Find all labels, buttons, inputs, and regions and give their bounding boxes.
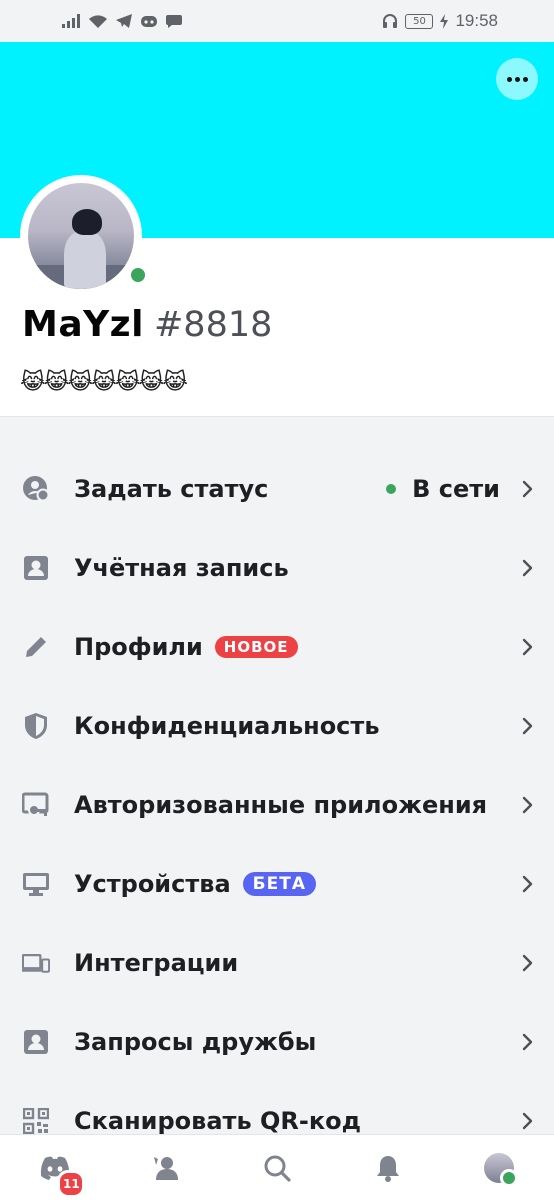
- online-status-dot: [499, 1169, 518, 1187]
- menu-item-account[interactable]: Учётная запись: [0, 528, 554, 607]
- devices-icon: [22, 949, 50, 977]
- menu-item-integrations[interactable]: Интеграции: [0, 923, 554, 1002]
- friends-icon: [154, 1157, 179, 1180]
- nav-notifications[interactable]: [360, 1140, 416, 1196]
- monitor-icon: [22, 870, 50, 898]
- chevron-right-icon: [522, 1033, 533, 1050]
- username-row: MaYzl #8818: [22, 304, 272, 345]
- chevron-right-icon: [522, 559, 533, 576]
- qr-code-icon: [22, 1107, 50, 1135]
- pencil-icon: [22, 633, 50, 661]
- chevron-right-icon: [522, 954, 533, 971]
- menu-item-label: Профили НОВОЕ: [74, 633, 298, 661]
- menu-item-label: Сканировать QR-код: [74, 1106, 361, 1135]
- more-dots-icon: [506, 76, 528, 82]
- settings-menu: Задать статус В сети Учётная запись Проф…: [0, 449, 554, 1160]
- key-icon: [22, 791, 50, 819]
- menu-item-label: Учётная запись: [74, 553, 289, 582]
- status-value-text: В сети: [412, 474, 500, 503]
- bell-icon: [376, 1156, 399, 1182]
- menu-item-label: Запросы дружбы: [74, 1027, 317, 1056]
- more-button[interactable]: [496, 58, 538, 100]
- charging-icon: [440, 13, 449, 29]
- nav-profile[interactable]: [471, 1140, 527, 1196]
- menu-item-profiles[interactable]: Профили НОВОЕ: [0, 607, 554, 686]
- status-value: В сети: [386, 475, 500, 503]
- avatar-frame[interactable]: [20, 175, 150, 297]
- menu-item-label: Конфиденциальность: [74, 711, 380, 740]
- menu-item-label: Задать статус: [74, 474, 269, 503]
- wifi-icon: [88, 14, 108, 29]
- friend-requests-icon: [22, 1028, 50, 1056]
- battery-indicator: 50: [405, 13, 434, 29]
- menu-item-label-text: Профили: [74, 632, 203, 661]
- nav-home[interactable]: 11: [27, 1140, 86, 1198]
- menu-item-privacy[interactable]: Конфиденциальность: [0, 686, 554, 765]
- menu-item-label: Авторизованные приложения: [74, 790, 488, 819]
- chevron-right-icon: [522, 875, 533, 892]
- status-bar-right: 50 19:58: [382, 11, 498, 31]
- menu-item-label: Интеграции: [74, 948, 239, 977]
- nav-search[interactable]: [249, 1140, 305, 1196]
- search-icon: [264, 1155, 291, 1182]
- beta-badge: БЕТА: [242, 871, 316, 896]
- avatar: [483, 1153, 518, 1187]
- menu-item-devices[interactable]: Устройства БЕТА: [0, 844, 554, 923]
- telegram-icon: [116, 14, 132, 28]
- menu-item-set-status[interactable]: Задать статус В сети: [0, 449, 554, 528]
- profile-bio: 😹😹😹😹😹😹😹: [20, 370, 188, 395]
- chat-icon: [166, 14, 182, 28]
- new-badge: НОВОЕ: [214, 635, 298, 658]
- status-icon: [22, 475, 50, 503]
- online-dot: [386, 483, 397, 494]
- chevron-right-icon: [522, 717, 533, 734]
- menu-item-authorized-apps[interactable]: Авторизованные приложения: [0, 765, 554, 844]
- avatar: [28, 183, 134, 289]
- chevron-right-icon: [522, 1112, 533, 1129]
- nav-friends[interactable]: [138, 1140, 194, 1196]
- chevron-right-icon: [522, 638, 533, 655]
- menu-item-friend-requests[interactable]: Запросы дружбы: [0, 1002, 554, 1081]
- status-bar: 50 19:58: [0, 0, 554, 42]
- chevron-right-icon: [522, 796, 533, 813]
- account-icon: [22, 554, 50, 582]
- unread-badge: 11: [57, 1170, 86, 1198]
- clock: 19:58: [455, 11, 498, 30]
- discord-icon: [140, 14, 158, 28]
- bottom-navigation: 11: [0, 1134, 554, 1200]
- status-bar-left: [62, 14, 182, 29]
- chevron-right-icon: [522, 480, 533, 497]
- signal-icon: [62, 14, 80, 28]
- username: MaYzl: [22, 304, 144, 345]
- headphones-icon: [382, 13, 398, 29]
- shield-icon: [22, 712, 50, 740]
- user-tag: #8818: [153, 305, 273, 345]
- menu-item-label-text: Устройства: [74, 869, 231, 898]
- app-root: 50 19:58 MaYzl #8818 😹😹😹😹😹😹😹 Задать стат…: [0, 0, 554, 1200]
- menu-item-label: Устройства БЕТА: [74, 870, 316, 898]
- online-status-dot: [126, 263, 150, 287]
